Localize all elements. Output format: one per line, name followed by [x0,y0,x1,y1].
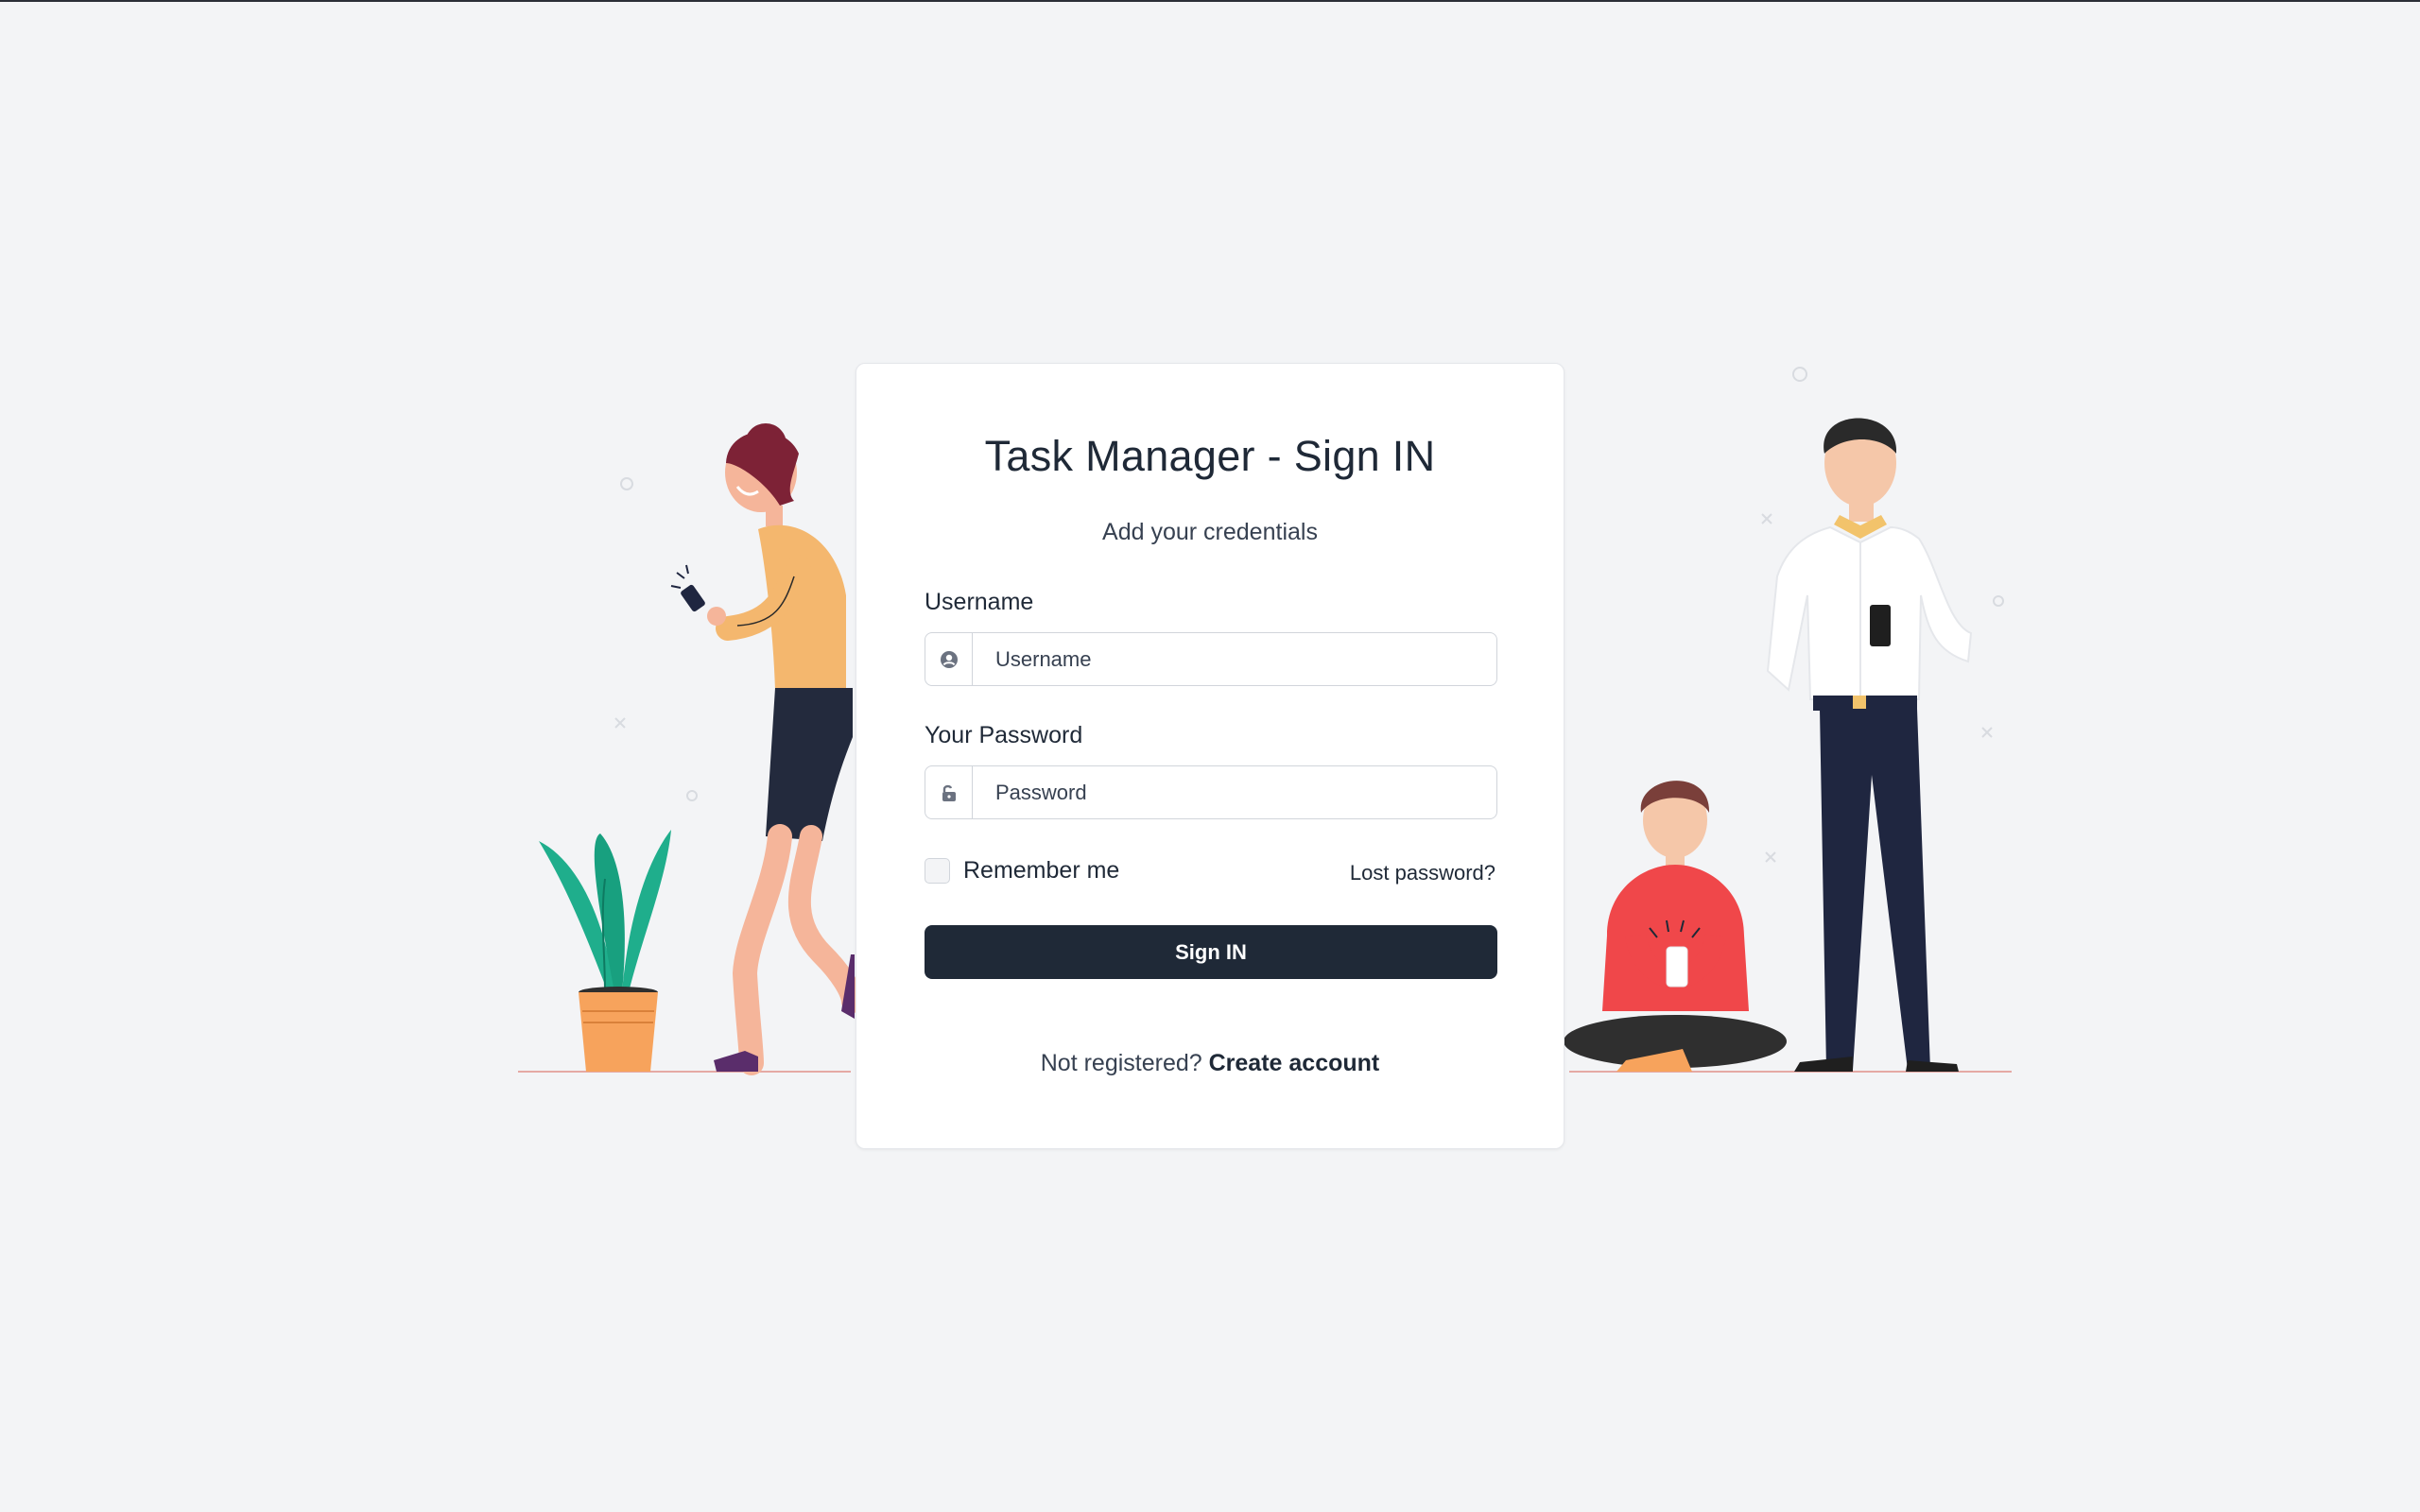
remember-me-label[interactable]: Remember me [963,857,1119,885]
sign-in-button[interactable]: Sign IN [925,925,1497,979]
remember-me-checkbox[interactable] [925,858,950,884]
password-label: Your Password [925,722,1083,748]
register-prompt: Not registered? Create account [856,1050,1564,1077]
man-with-phone-illustration [1766,418,1973,1072]
username-input[interactable] [973,633,1496,685]
woman-with-phone-illustration [670,423,864,1075]
password-input[interactable] [973,766,1496,818]
username-input-group [925,632,1497,686]
lost-password-link[interactable]: Lost password? [1350,861,1495,885]
page-title: Task Manager - Sign IN [984,432,1436,480]
boy-with-phone-illustration [1564,781,1787,1072]
register-prompt-text: Not registered? [1040,1050,1202,1076]
password-input-group [925,765,1497,819]
window-top-border [0,0,2420,2]
unlock-icon [925,766,973,818]
sign-in-card: Task Manager - Sign IN Add your credenti… [856,363,1564,1149]
plant-illustration [539,830,671,1072]
create-account-link[interactable]: Create account [1209,1050,1380,1076]
username-label: Username [925,589,1034,615]
remember-me-row: Remember me [925,857,1119,885]
user-circle-icon [925,633,973,685]
page-subtitle: Add your credentials [1102,519,1318,545]
